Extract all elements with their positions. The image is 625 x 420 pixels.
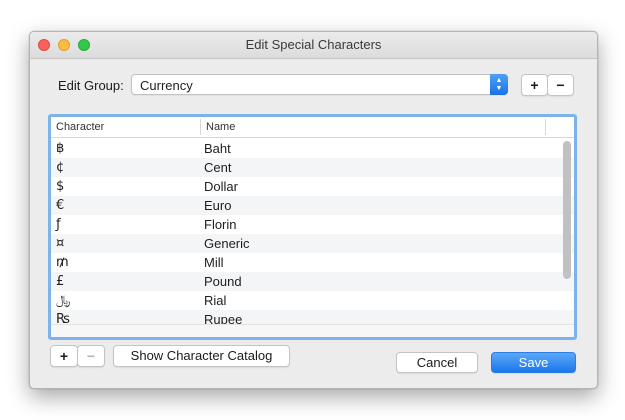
remove-group-button[interactable]: − <box>547 74 574 96</box>
column-divider[interactable] <box>200 119 201 135</box>
character-cell: ﷼ <box>56 293 71 308</box>
name-cell: Mill <box>204 255 224 270</box>
name-cell: Rial <box>204 293 227 308</box>
table-row[interactable]: ﷼ Rial <box>51 291 574 310</box>
character-cell: ₥ <box>56 255 69 270</box>
horizontal-scrollbar[interactable] <box>51 324 574 337</box>
character-cell: € <box>56 198 65 213</box>
name-cell: Pound <box>204 274 242 289</box>
column-divider[interactable] <box>545 119 546 135</box>
character-cell: ƒ <box>56 217 61 232</box>
character-cell: £ <box>56 274 65 289</box>
table-row[interactable]: ฿ Baht <box>51 139 574 158</box>
name-cell: Florin <box>204 217 237 232</box>
save-button[interactable]: Save <box>491 352 576 373</box>
column-header-name[interactable]: Name <box>206 121 235 133</box>
table-row[interactable]: ¢ Cent <box>51 158 574 177</box>
characters-table: Character Name ฿ Baht ¢ Cent $ Dollar € Euro… <box>48 114 577 340</box>
edit-special-characters-window: Edit Special Characters Edit Group: Curr… <box>29 31 598 389</box>
table-row[interactable]: $ Dollar <box>51 177 574 196</box>
edit-group-select[interactable]: Currency ▲ ▼ <box>131 74 508 95</box>
character-cell: ¢ <box>56 160 65 175</box>
table-row[interactable]: ¤ Generic <box>51 234 574 253</box>
window-title: Edit Special Characters <box>245 37 382 52</box>
table-row[interactable]: € Euro <box>51 196 574 215</box>
name-cell: Generic <box>204 236 250 251</box>
edit-group-label: Edit Group: <box>58 78 124 93</box>
add-character-button[interactable]: + <box>50 345 78 367</box>
table-row[interactable]: £ Pound <box>51 272 574 291</box>
column-header-character[interactable]: Character <box>56 121 104 133</box>
title-bar: Edit Special Characters <box>30 32 597 59</box>
table-row[interactable]: ₥ Mill <box>51 253 574 272</box>
name-cell: Cent <box>204 160 232 175</box>
edit-group-value: Currency <box>140 78 193 93</box>
select-arrows-icon: ▲ ▼ <box>490 74 508 95</box>
cancel-button[interactable]: Cancel <box>396 352 478 373</box>
character-cell: ¤ <box>56 236 65 251</box>
name-cell: Dollar <box>204 179 238 194</box>
remove-character-button[interactable]: − <box>77 345 105 367</box>
name-cell: Baht <box>204 141 231 156</box>
table-row[interactable]: ƒ Florin <box>51 215 574 234</box>
character-cell: ฿ <box>56 141 65 156</box>
table-rows: ฿ Baht ¢ Cent $ Dollar € Euro ƒ Florin ¤ Gener… <box>51 139 574 329</box>
table-header: Character Name <box>51 117 574 138</box>
vertical-scrollbar[interactable] <box>563 141 571 279</box>
show-character-catalog-button[interactable]: Show Character Catalog <box>113 345 290 367</box>
character-cell: $ <box>56 179 65 194</box>
name-cell: Euro <box>204 198 232 213</box>
add-group-button[interactable]: + <box>521 74 548 96</box>
